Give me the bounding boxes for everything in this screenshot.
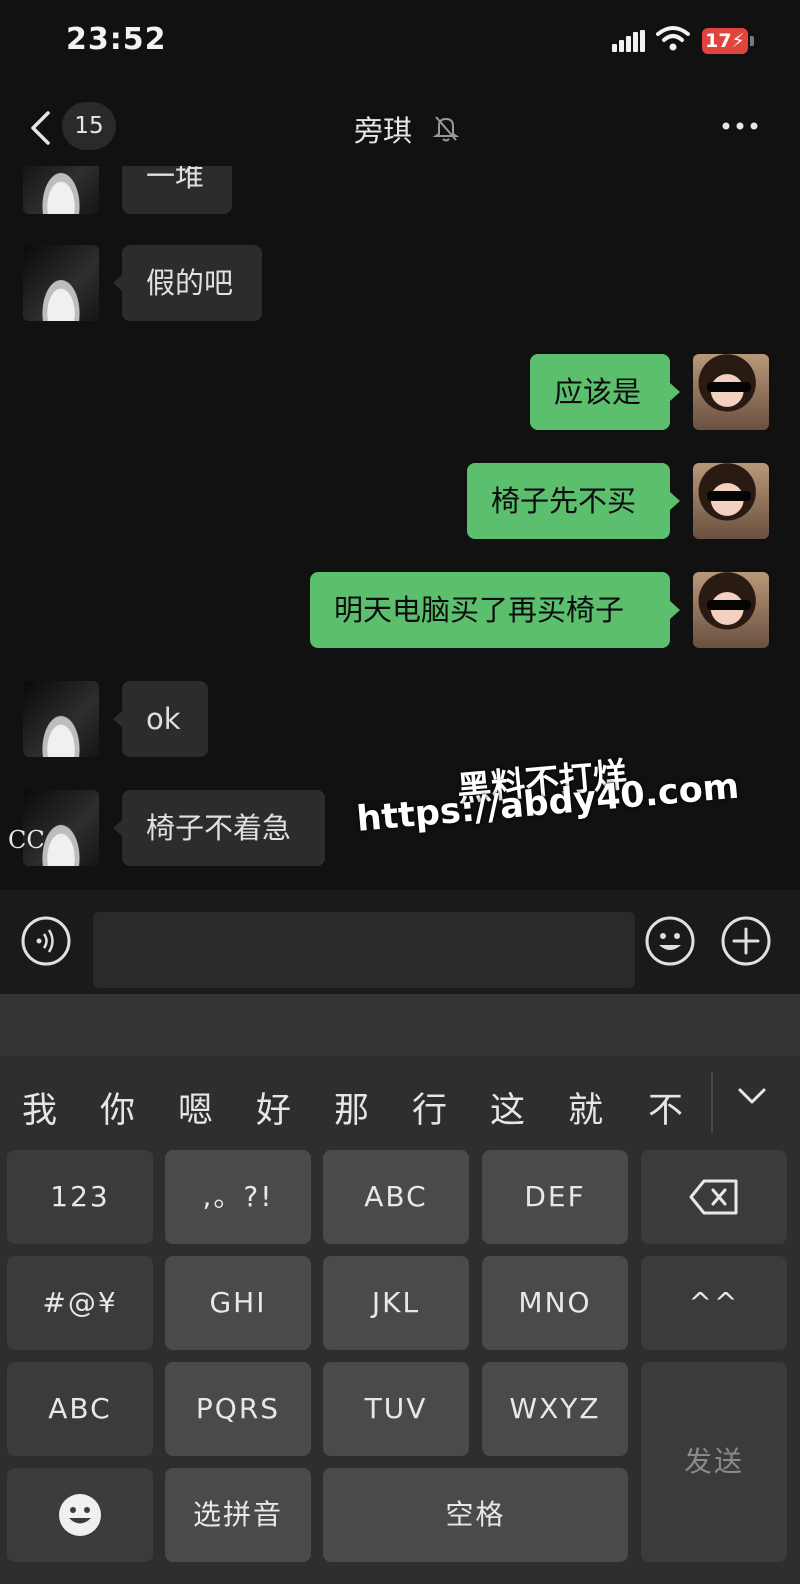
contact-avatar[interactable] [23, 681, 99, 757]
backspace-icon [689, 1179, 738, 1215]
candidate-word[interactable]: 行 [412, 1082, 447, 1133]
message-bubble[interactable]: 一堆 [122, 166, 232, 214]
candidate-divider [711, 1072, 713, 1132]
key-select-pinyin[interactable]: 选拼音 [165, 1468, 311, 1562]
battery-level: 17 [705, 30, 732, 52]
wifi-icon [656, 26, 690, 51]
key-jkl[interactable]: JKL [323, 1256, 469, 1350]
contact-name: 旁琪 [353, 114, 412, 148]
candidate-word[interactable]: 就 [568, 1082, 603, 1133]
bubble-tail [670, 383, 680, 401]
key-punctuation[interactable]: ,。?! [165, 1150, 311, 1244]
my-avatar[interactable] [693, 572, 769, 648]
signal-icon [612, 30, 646, 52]
message-text: ok [146, 702, 181, 736]
message-bubble[interactable]: 应该是 [530, 354, 670, 430]
candidate-word[interactable]: 你 [100, 1082, 135, 1133]
key-tuv[interactable]: TUV [323, 1362, 469, 1456]
key-mno[interactable]: MNO [482, 1256, 628, 1350]
voice-icon[interactable] [20, 915, 72, 967]
candidate-word[interactable]: 我 [22, 1082, 57, 1133]
message-text: 应该是 [554, 375, 642, 409]
candidate-word[interactable]: 这 [490, 1082, 525, 1133]
key-symbols[interactable]: #@¥ [7, 1256, 153, 1350]
candidate-word[interactable]: 嗯 [178, 1082, 213, 1133]
key-ghi[interactable]: GHI [165, 1256, 311, 1350]
battery-icon: 17⚡ [702, 28, 748, 54]
bubble-tail [670, 601, 680, 619]
mute-bell-icon [433, 116, 459, 142]
key-pqrs[interactable]: PQRS [165, 1362, 311, 1456]
contact-avatar[interactable] [23, 245, 99, 321]
key-abc[interactable]: ABC [323, 1150, 469, 1244]
candidate-word[interactable]: 好 [256, 1082, 291, 1133]
chevron-down-icon[interactable] [736, 1084, 768, 1108]
add-icon[interactable] [720, 915, 772, 967]
emoji-icon[interactable] [644, 915, 696, 967]
candidate-word[interactable]: 不 [648, 1082, 683, 1133]
contact-avatar[interactable] [23, 166, 99, 214]
status-time: 23:52 [66, 22, 167, 57]
corner-text: CC [8, 826, 45, 854]
my-avatar[interactable] [693, 354, 769, 430]
key-emoji[interactable] [7, 1468, 153, 1562]
message-bubble[interactable]: 明天电脑买了再买椅子 [310, 572, 670, 648]
send-key[interactable]: 发送 [641, 1362, 787, 1562]
my-avatar[interactable] [693, 463, 769, 539]
more-icon[interactable] [720, 114, 760, 138]
keyboard-toolbar [0, 994, 800, 1056]
candidate-word[interactable]: 那 [334, 1082, 369, 1133]
message-text: 假的吧 [146, 266, 234, 300]
emoji-key-icon [59, 1494, 101, 1536]
message-text: 一堆 [146, 166, 205, 193]
message-text: 椅子不着急 [146, 811, 292, 845]
key-english[interactable]: ABC [7, 1362, 153, 1456]
message-bubble[interactable]: 椅子不着急 [122, 790, 325, 866]
message-input[interactable] [93, 912, 635, 988]
key-def[interactable]: DEF [482, 1150, 628, 1244]
message-text: 明天电脑买了再买椅子 [334, 593, 625, 627]
message-bubble[interactable]: ok [122, 681, 208, 757]
chat-title[interactable]: 旁琪 [0, 108, 800, 150]
key-backspace[interactable] [641, 1150, 787, 1244]
message-text: 椅子先不买 [491, 484, 637, 518]
message-bubble[interactable]: 假的吧 [122, 245, 262, 321]
message-bubble[interactable]: 椅子先不买 [467, 463, 670, 539]
key-emoticon[interactable]: ^^ [641, 1256, 787, 1350]
message-row: 一堆 [0, 166, 800, 214]
bubble-tail [670, 492, 680, 510]
key-space[interactable]: 空格 [323, 1468, 628, 1562]
key-numbers[interactable]: 123 [7, 1150, 153, 1244]
battery-cap [750, 36, 754, 46]
key-wxyz[interactable]: WXYZ [482, 1362, 628, 1456]
